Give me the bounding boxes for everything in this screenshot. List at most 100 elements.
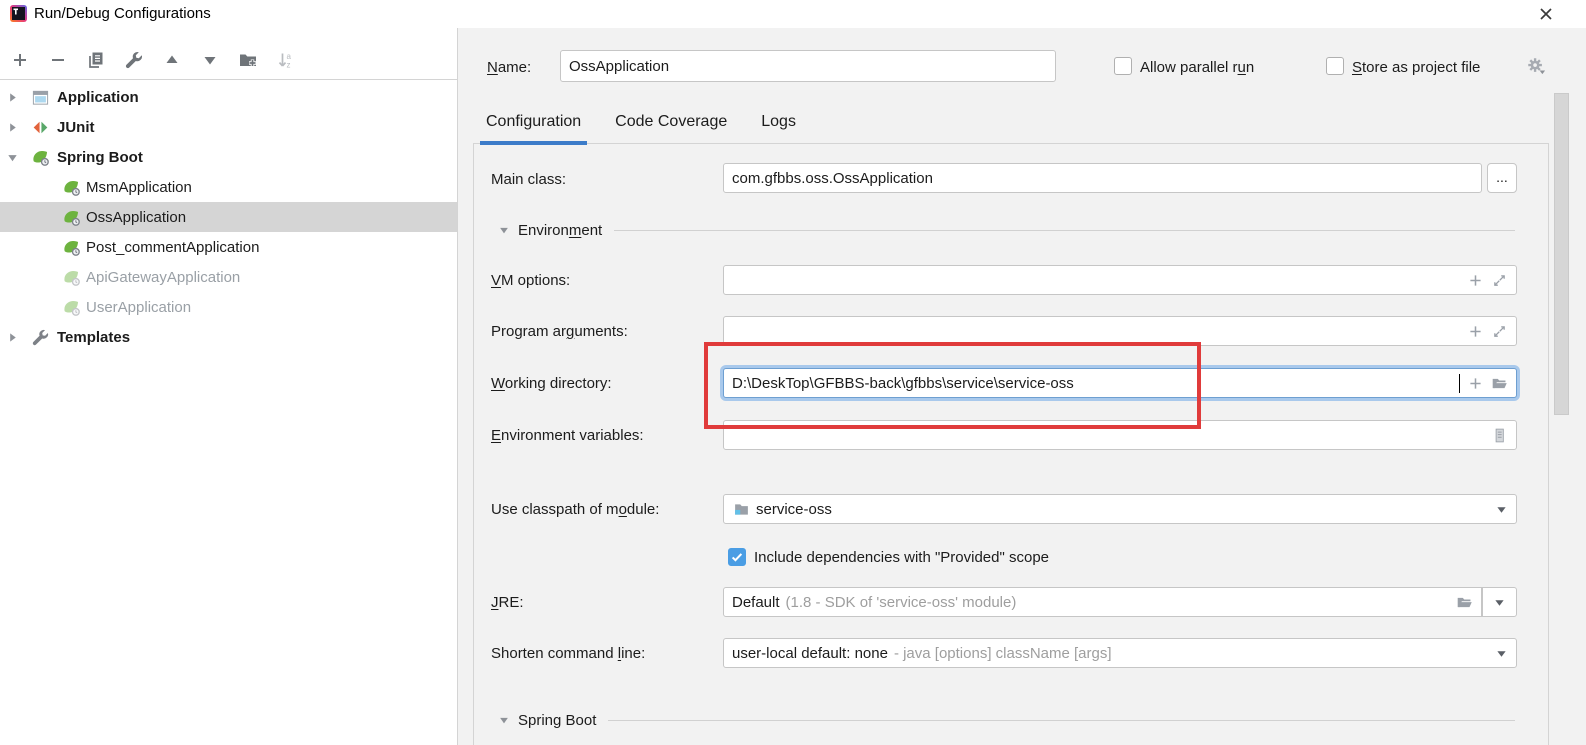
browse-folder-icon[interactable] xyxy=(1455,593,1473,611)
program-arguments-input[interactable] xyxy=(732,317,1460,345)
classpath-module-dropdown[interactable]: service-oss xyxy=(723,494,1517,524)
chevron-right-icon[interactable] xyxy=(6,120,20,134)
tree-item-label: ApiGatewayApplication xyxy=(86,269,240,286)
add-icon[interactable] xyxy=(1466,374,1484,392)
shorten-value: user-local default: none xyxy=(732,645,888,662)
browse-folder-icon[interactable] xyxy=(1490,374,1508,392)
move-down-icon[interactable] xyxy=(199,49,220,70)
section-divider xyxy=(614,230,1515,231)
run-debug-configurations-dialog: Run/Debug Configurations az Application J… xyxy=(0,0,1586,745)
browse-variables-icon[interactable] xyxy=(1490,426,1508,444)
tree-item-label: JUnit xyxy=(57,119,95,136)
tree-item-apigatewayapplication[interactable]: ApiGatewayApplication xyxy=(0,262,457,292)
shorten-hint: - java [options] className [args] xyxy=(894,645,1488,662)
provided-scope-row: Include dependencies with "Provided" sco… xyxy=(728,548,1049,566)
remove-configuration-icon[interactable] xyxy=(47,49,68,70)
add-icon[interactable] xyxy=(1466,271,1484,289)
copy-configuration-icon[interactable] xyxy=(85,49,106,70)
tree-item-label: Post_commentApplication xyxy=(86,239,259,256)
tree-item-label: Templates xyxy=(57,329,130,346)
tree-item-spring-boot[interactable]: Spring Boot xyxy=(0,142,457,172)
vm-options-input[interactable] xyxy=(732,266,1460,294)
expand-editor-icon[interactable] xyxy=(1490,271,1508,289)
store-as-project-file-checkbox[interactable] xyxy=(1326,57,1344,75)
allow-parallel-run-checkbox[interactable] xyxy=(1114,57,1132,75)
allow-parallel-run-label: Allow parallel run xyxy=(1140,59,1254,76)
chevron-down-icon[interactable] xyxy=(1494,504,1508,515)
chevron-right-icon[interactable] xyxy=(6,330,20,344)
chevron-down-icon xyxy=(498,714,510,726)
editor-tabs: Configuration Code Coverage Logs xyxy=(484,107,798,144)
spring-boot-section-header[interactable]: Spring Boot xyxy=(498,710,1515,730)
spring-boot-icon xyxy=(62,178,81,197)
tree-item-ossapplication[interactable]: OssApplication xyxy=(0,202,457,232)
configuration-tab-content: Main class: ... Environment VM options: … xyxy=(473,143,1549,745)
chevron-down-icon[interactable] xyxy=(1494,648,1508,659)
edit-templates-icon[interactable] xyxy=(123,49,144,70)
new-folder-icon[interactable] xyxy=(237,49,258,70)
program-arguments-field[interactable] xyxy=(723,316,1517,346)
working-directory-label: Working directory: xyxy=(491,375,612,392)
tree-item-post-commentapplication[interactable]: Post_commentApplication xyxy=(0,232,457,262)
add-icon[interactable] xyxy=(1466,322,1484,340)
tree-item-userapplication[interactable]: UserApplication xyxy=(0,292,457,322)
tree-item-label: Spring Boot xyxy=(57,149,143,166)
templates-icon xyxy=(31,328,50,347)
text-caret xyxy=(1459,374,1461,393)
classpath-module-label: Use classpath of module: xyxy=(491,501,659,518)
tree-item-templates[interactable]: Templates xyxy=(0,322,457,352)
vm-options-field[interactable] xyxy=(723,265,1517,295)
sort-alphabetically-icon[interactable]: az xyxy=(275,49,296,70)
move-up-icon[interactable] xyxy=(161,49,182,70)
tab-code-coverage[interactable]: Code Coverage xyxy=(613,107,729,144)
gear-icon[interactable] xyxy=(1526,56,1548,78)
vertical-scrollbar-thumb[interactable] xyxy=(1554,93,1569,415)
jre-value: Default xyxy=(732,594,780,611)
intellij-logo-icon xyxy=(10,5,27,22)
add-configuration-icon[interactable] xyxy=(9,49,30,70)
environment-variables-field[interactable] xyxy=(723,420,1517,450)
shorten-command-line-label: Shorten command line: xyxy=(491,645,645,662)
main-class-browse-button[interactable]: ... xyxy=(1487,163,1517,193)
chevron-down-icon[interactable] xyxy=(6,150,20,164)
tree-item-msmapplication[interactable]: MsmApplication xyxy=(0,172,457,202)
configuration-editor: Name: Allow parallel run Store as projec… xyxy=(458,28,1586,745)
shorten-command-line-dropdown[interactable]: user-local default: none - java [options… xyxy=(723,638,1517,668)
environment-section-header[interactable]: Environment xyxy=(498,220,1515,240)
name-label: Name: xyxy=(487,59,531,76)
spring-boot-section-label: Spring Boot xyxy=(518,712,596,729)
configurations-toolbar: az xyxy=(0,28,457,80)
environment-variables-input[interactable] xyxy=(732,421,1484,449)
expand-editor-icon[interactable] xyxy=(1490,322,1508,340)
spring-boot-icon xyxy=(62,238,81,257)
junit-icon xyxy=(31,118,50,137)
name-input[interactable] xyxy=(569,51,1047,81)
main-class-input[interactable] xyxy=(732,164,1473,192)
provided-scope-label: Include dependencies with "Provided" sco… xyxy=(754,549,1049,566)
svg-text:z: z xyxy=(286,60,290,69)
jre-combobox[interactable]: Default (1.8 - SDK of 'service-oss' modu… xyxy=(723,587,1482,617)
chevron-down-icon xyxy=(498,224,510,236)
tree-item-label: OssApplication xyxy=(86,209,186,226)
tab-configuration[interactable]: Configuration xyxy=(484,107,583,144)
spring-boot-icon xyxy=(62,298,81,317)
close-icon[interactable] xyxy=(1536,4,1556,24)
environment-section-label: Environment xyxy=(518,222,602,239)
main-class-field[interactable] xyxy=(723,163,1482,193)
tree-item-label: Application xyxy=(57,89,139,106)
tree-item-junit[interactable]: JUnit xyxy=(0,112,457,142)
jre-dropdown-button[interactable] xyxy=(1482,587,1517,617)
tree-item-label: UserApplication xyxy=(86,299,191,316)
working-directory-field[interactable]: D:\DeskTop\GFBBS-back\gfbbs\service\serv… xyxy=(723,368,1517,398)
tab-logs[interactable]: Logs xyxy=(759,107,798,144)
tree-item-application[interactable]: Application xyxy=(0,82,457,112)
provided-scope-checkbox[interactable] xyxy=(728,548,746,566)
dialog-titlebar: Run/Debug Configurations xyxy=(0,0,1586,28)
name-field[interactable] xyxy=(560,50,1056,82)
store-as-project-file-label: Store as project file xyxy=(1352,59,1480,76)
module-icon xyxy=(732,500,750,518)
configurations-panel: az Application JUnit Spring Boot MsmApplica… xyxy=(0,28,458,745)
chevron-right-icon[interactable] xyxy=(6,90,20,104)
working-directory-value[interactable]: D:\DeskTop\GFBBS-back\gfbbs\service\serv… xyxy=(732,375,1452,392)
application-icon xyxy=(31,88,50,107)
